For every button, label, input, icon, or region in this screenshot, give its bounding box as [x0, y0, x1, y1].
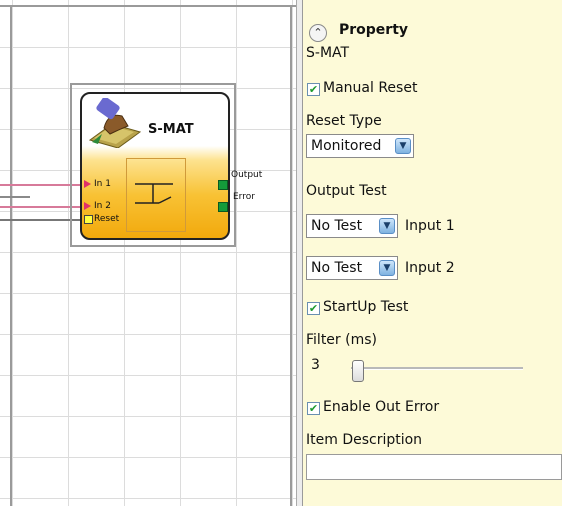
block-title: S-MAT: [148, 122, 194, 137]
input1-test-value: No Test: [311, 218, 363, 234]
startup-test-checkbox[interactable]: ✔: [307, 302, 320, 315]
in2-label: In 2: [94, 201, 111, 211]
contact-symbol-box: [126, 158, 186, 232]
output-label: Output: [231, 170, 263, 180]
manual-reset-label: Manual Reset: [323, 80, 418, 96]
reset-type-label: Reset Type: [306, 113, 382, 129]
chevron-down-icon[interactable]: ▼: [379, 260, 395, 276]
canvas-frame-left: [10, 5, 12, 506]
wire-extra: [0, 196, 30, 198]
input1-test-select[interactable]: No Test ▼: [306, 214, 398, 238]
smat-block[interactable]: S-MAT In 1 In 2 Reset: [80, 92, 230, 240]
input2-test-select[interactable]: No Test ▼: [306, 256, 398, 280]
filter-slider-thumb[interactable]: [352, 360, 364, 382]
reset-type-select[interactable]: Monitored ▼: [306, 134, 414, 158]
input2-label: Input 2: [405, 260, 455, 276]
canvas-frame-right: [290, 5, 292, 506]
item-description-label: Item Description: [306, 432, 423, 448]
enable-out-error-checkbox[interactable]: ✔: [307, 402, 320, 415]
safety-mat-icon: [88, 98, 142, 148]
chevron-down-icon[interactable]: ▼: [379, 218, 395, 234]
error-label: Error: [233, 192, 255, 202]
switch-contact-icon: [135, 183, 173, 204]
filter-value: 3: [311, 357, 320, 373]
in1-label: In 1: [94, 179, 111, 189]
input1-label: Input 1: [405, 218, 455, 234]
item-description-input[interactable]: [306, 454, 562, 480]
canvas-frame-top: [0, 5, 296, 7]
startup-test-label: StartUp Test: [323, 299, 409, 315]
property-panel: ⌃ Property S-MAT ✔ Manual Reset Reset Ty…: [303, 0, 562, 506]
block-name-label: S-MAT: [306, 45, 350, 61]
reset-label: Reset: [94, 214, 120, 224]
enable-out-error-label: Enable Out Error: [323, 399, 440, 415]
error-pin[interactable]: [218, 202, 228, 212]
input2-test-value: No Test: [311, 260, 363, 276]
output-pin[interactable]: [218, 180, 228, 190]
filter-label: Filter (ms): [306, 332, 377, 348]
manual-reset-checkbox[interactable]: ✔: [307, 83, 320, 96]
filter-slider-track[interactable]: [351, 367, 523, 370]
chevron-down-icon[interactable]: ▼: [395, 138, 411, 154]
in2-pin-arrow[interactable]: [84, 202, 91, 210]
in1-pin-arrow[interactable]: [84, 180, 91, 188]
panel-title: Property: [339, 22, 409, 38]
reset-pin[interactable]: [84, 215, 93, 224]
reset-type-value: Monitored: [311, 138, 382, 154]
chevron-up-icon[interactable]: ⌃: [309, 24, 327, 42]
output-test-label: Output Test: [306, 183, 387, 199]
design-canvas[interactable]: S-MAT In 1 In 2 Reset Output Error: [0, 0, 297, 506]
